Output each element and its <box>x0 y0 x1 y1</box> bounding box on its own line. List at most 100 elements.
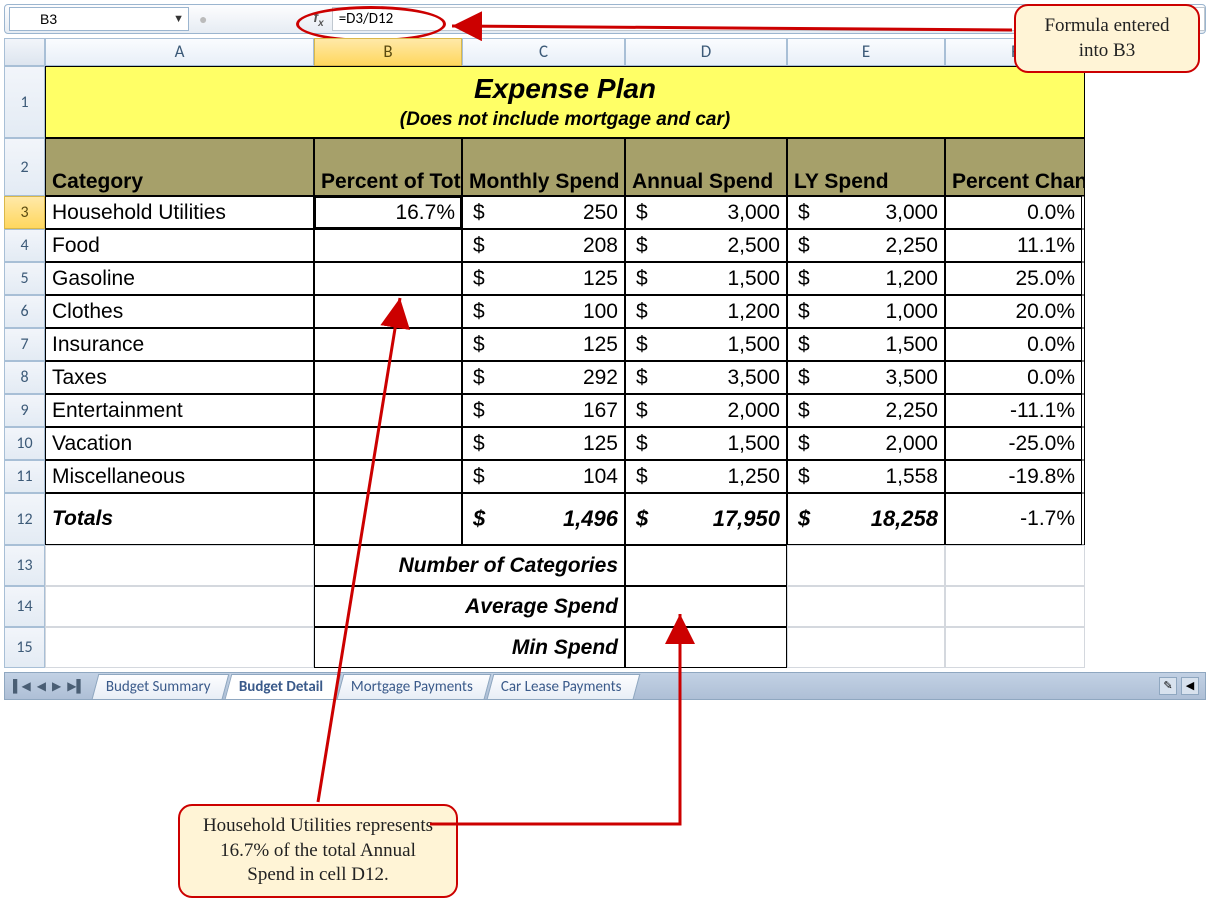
cell-E6[interactable]: $1,000 <box>787 295 945 328</box>
cell-C6[interactable]: $100 <box>462 295 625 328</box>
cell-E9[interactable]: $2,250 <box>787 394 945 427</box>
row-header-5[interactable]: 5 <box>4 262 45 295</box>
header-A[interactable]: Category <box>45 138 314 196</box>
cell-F13[interactable] <box>945 545 1085 586</box>
sheet-tab-budget-summary[interactable]: Budget Summary <box>92 674 229 699</box>
row-header-15[interactable]: 15 <box>4 627 45 668</box>
cell-D4[interactable]: $2,500 <box>625 229 787 262</box>
cell-A12[interactable]: Totals <box>45 493 314 545</box>
cell-E15[interactable] <box>787 627 945 668</box>
cell-B4[interactable] <box>314 229 462 262</box>
cell-C11[interactable]: $104 <box>462 460 625 493</box>
cell-E11[interactable]: $1,558 <box>787 460 945 493</box>
cell-E10[interactable]: $2,000 <box>787 427 945 460</box>
cell-E8[interactable]: $3,500 <box>787 361 945 394</box>
cell-D13[interactable] <box>625 545 787 586</box>
cell-E12[interactable]: $18,258 <box>787 493 945 545</box>
row-header-10[interactable]: 10 <box>4 427 45 460</box>
scroll-left-icon[interactable]: ◀ <box>1181 677 1199 695</box>
cell-C7[interactable]: $125 <box>462 328 625 361</box>
summary-label-13[interactable]: Number of Categories <box>314 545 625 586</box>
tab-nav-prev-icon[interactable]: ◀ <box>37 679 46 694</box>
cell-C12[interactable]: $1,496 <box>462 493 625 545</box>
cell-F8[interactable]: 0.0% <box>945 361 1085 394</box>
cell-F12[interactable]: -1.7% <box>945 493 1085 545</box>
cell-F6[interactable]: 20.0% <box>945 295 1085 328</box>
summary-label-14[interactable]: Average Spend <box>314 586 625 627</box>
header-F[interactable]: Percent Change <box>945 138 1085 196</box>
cancel-icon[interactable]: ● <box>199 11 207 27</box>
cell-E5[interactable]: $1,200 <box>787 262 945 295</box>
cell-C10[interactable]: $125 <box>462 427 625 460</box>
cell-D10[interactable]: $1,500 <box>625 427 787 460</box>
insert-sheet-icon[interactable]: ✎ <box>1159 677 1177 695</box>
cell-A9[interactable]: Entertainment <box>45 394 314 427</box>
cell-A8[interactable]: Taxes <box>45 361 314 394</box>
header-D[interactable]: Annual Spend <box>625 138 787 196</box>
row-header-4[interactable]: 4 <box>4 229 45 262</box>
cell-A15[interactable] <box>45 627 314 668</box>
cell-A6[interactable]: Clothes <box>45 295 314 328</box>
cell-A5[interactable]: Gasoline <box>45 262 314 295</box>
row-header-8[interactable]: 8 <box>4 361 45 394</box>
cell-A10[interactable]: Vacation <box>45 427 314 460</box>
cell-C4[interactable]: $208 <box>462 229 625 262</box>
sheet-tab-budget-detail[interactable]: Budget Detail <box>224 674 341 699</box>
row-header-14[interactable]: 14 <box>4 586 45 627</box>
cell-E4[interactable]: $2,250 <box>787 229 945 262</box>
column-header-A[interactable]: A <box>45 38 314 66</box>
cell-F14[interactable] <box>945 586 1085 627</box>
cell-E13[interactable] <box>787 545 945 586</box>
cell-D12[interactable]: $17,950 <box>625 493 787 545</box>
cell-F15[interactable] <box>945 627 1085 668</box>
cell-D9[interactable]: $2,000 <box>625 394 787 427</box>
title-cell[interactable]: Expense Plan(Does not include mortgage a… <box>45 66 1085 138</box>
cell-B7[interactable] <box>314 328 462 361</box>
fx-icon[interactable]: fx <box>313 9 323 29</box>
cell-B8[interactable] <box>314 361 462 394</box>
cell-B12[interactable] <box>314 493 462 545</box>
cell-F10[interactable]: -25.0% <box>945 427 1085 460</box>
cell-C8[interactable]: $292 <box>462 361 625 394</box>
cell-D5[interactable]: $1,500 <box>625 262 787 295</box>
cell-F4[interactable]: 11.1% <box>945 229 1085 262</box>
cell-F3[interactable]: 0.0% <box>945 196 1085 229</box>
header-C[interactable]: Monthly Spend <box>462 138 625 196</box>
cell-F11[interactable]: -19.8% <box>945 460 1085 493</box>
row-header-9[interactable]: 9 <box>4 394 45 427</box>
cell-A7[interactable]: Insurance <box>45 328 314 361</box>
cell-B3[interactable]: 16.7% <box>314 196 462 229</box>
cell-A4[interactable]: Food <box>45 229 314 262</box>
cell-A13[interactable] <box>45 545 314 586</box>
cell-F9[interactable]: -11.1% <box>945 394 1085 427</box>
chevron-down-icon[interactable]: ▼ <box>173 13 184 25</box>
select-all-corner[interactable] <box>4 38 45 66</box>
row-header-13[interactable]: 13 <box>4 545 45 586</box>
header-B[interactable]: Percent of Total <box>314 138 462 196</box>
cell-D8[interactable]: $3,500 <box>625 361 787 394</box>
row-header-6[interactable]: 6 <box>4 295 45 328</box>
cell-D15[interactable] <box>625 627 787 668</box>
cell-E14[interactable] <box>787 586 945 627</box>
row-header-1[interactable]: 1 <box>4 66 45 138</box>
row-header-3[interactable]: 3 <box>4 196 45 229</box>
column-header-E[interactable]: E <box>787 38 945 66</box>
sheet-tab-car-lease-payments[interactable]: Car Lease Payments <box>486 674 639 699</box>
cell-B9[interactable] <box>314 394 462 427</box>
cell-C9[interactable]: $167 <box>462 394 625 427</box>
cell-D14[interactable] <box>625 586 787 627</box>
summary-label-15[interactable]: Min Spend <box>314 627 625 668</box>
row-header-7[interactable]: 7 <box>4 328 45 361</box>
cell-D7[interactable]: $1,500 <box>625 328 787 361</box>
cell-E3[interactable]: $3,000 <box>787 196 945 229</box>
row-header-2[interactable]: 2 <box>4 138 45 196</box>
tab-nav-first-icon[interactable]: ▌◀ <box>13 679 31 694</box>
sheet-tab-mortgage-payments[interactable]: Mortgage Payments <box>336 674 491 699</box>
cell-B11[interactable] <box>314 460 462 493</box>
row-header-12[interactable]: 12 <box>4 493 45 545</box>
cell-F5[interactable]: 25.0% <box>945 262 1085 295</box>
cell-B6[interactable] <box>314 295 462 328</box>
tab-nav-next-icon[interactable]: ▶ <box>52 679 61 694</box>
column-header-D[interactable]: D <box>625 38 787 66</box>
cell-A11[interactable]: Miscellaneous <box>45 460 314 493</box>
